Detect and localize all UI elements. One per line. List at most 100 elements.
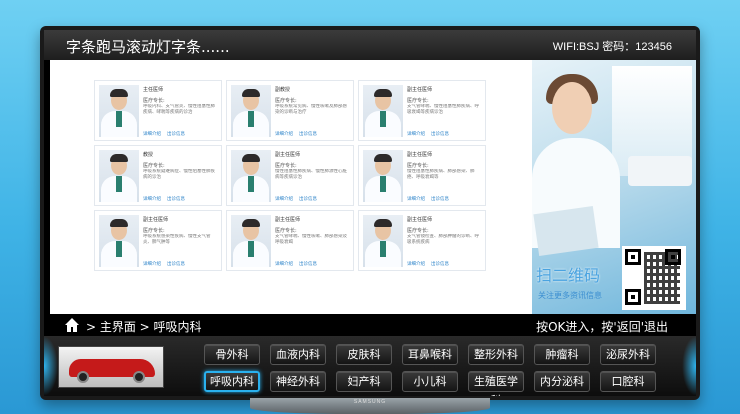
doctor-description: 支气管哮喘、慢性咳嗽、肺部感染及呼吸衰竭 — [275, 234, 347, 245]
tie-shape — [116, 176, 122, 192]
top-bar: 字条跑马滚动灯字条...... WIFI:BSJ 密码：123456 — [44, 30, 696, 60]
detail-link[interactable]: 详细介绍 — [143, 197, 161, 202]
doctor-links: 详细介绍 出诊信息 — [275, 131, 323, 137]
car-ad-thumbnail[interactable] — [58, 346, 164, 388]
tie-shape — [380, 241, 386, 257]
detail-link[interactable]: 详细介绍 — [143, 262, 161, 267]
doctor-card[interactable]: 副主任医师医疗专长: 慢性阻塞性肺疾病、慢性肺源性心脏病等疾病诊治详细介绍 出诊信息 — [226, 145, 354, 206]
doctor-photo — [363, 150, 403, 202]
department-button[interactable]: 耳鼻喉科 — [402, 344, 458, 365]
department-button[interactable]: 口腔科 — [600, 371, 656, 392]
doctor-photo — [231, 85, 271, 137]
doctor-card[interactable]: 副主任医师 医疗专长: 支气管哮喘、慢性咳嗽、肺部感染及呼吸衰竭 详细介绍 出诊信息 — [226, 210, 354, 271]
doctor-specialty-label: 医疗专长: — [275, 98, 297, 104]
doctor-links: 详细介绍 出诊信息 — [143, 131, 191, 137]
brand-logo: SAMSUNG — [353, 399, 387, 405]
doctor-title: 副主任医师 — [407, 152, 433, 158]
department-button[interactable]: 肿瘤科 — [534, 344, 590, 365]
detail-link[interactable]: 详细介绍 — [407, 262, 425, 267]
doctor-card[interactable]: 副主任医师 医疗专长: 支气管镜检查、肺部肿瘤的诊断、呼吸系统疾病 详细介绍 出诊信息 — [358, 210, 486, 271]
schedule-link[interactable]: 出诊信息 — [299, 197, 317, 202]
doctor-description: 慢性阻塞性肺疾病、慢性肺源性心脏病等疾病诊治 — [275, 169, 347, 180]
schedule-link[interactable]: 出诊信息 — [299, 132, 317, 137]
doctor-photo — [99, 150, 139, 202]
doctor-card[interactable]: 副主任医师 医疗专长: 慢性阻塞性肺疾病、肺部感染、肺癌、呼吸衰竭等 详细介绍 出诊信息 — [358, 145, 486, 206]
qr-finder-icon — [625, 249, 641, 265]
detail-link[interactable]: 详细介绍 — [407, 132, 425, 137]
schedule-link[interactable]: 出诊信息 — [299, 262, 317, 267]
doctor-description: 呼吸系统感染性疾病、慢性支气管炎、肺气肿等 — [143, 234, 211, 245]
hair-shape — [242, 154, 260, 162]
department-button[interactable]: 血液内科 — [270, 344, 326, 365]
hair-shape — [242, 89, 260, 97]
doctor-photo — [363, 215, 403, 267]
wheel-icon — [133, 371, 145, 383]
doctor-title: 教授 — [143, 152, 154, 158]
hair-shape — [374, 219, 392, 227]
detail-link[interactable]: 详细介绍 — [407, 197, 425, 202]
breadcrumb-bar: > 主界面 > 呼吸内科 按OK进入，按'返回'退出 — [44, 314, 696, 336]
tie-shape — [380, 176, 386, 192]
doctor-description: 呼吸系统疑难病症、慢性阻塞性肺疾病的诊治 — [143, 169, 215, 180]
schedule-link[interactable]: 出诊信息 — [431, 132, 449, 137]
detail-link[interactable]: 详细介绍 — [275, 262, 293, 267]
detail-link[interactable]: 详细介绍 — [275, 197, 293, 202]
department-button[interactable]: 骨外科 — [204, 344, 260, 365]
doctor-description: 支气管哮喘、慢性阻塞性肺疾病、呼吸衰竭等疾病诊治 — [407, 104, 479, 115]
detail-link[interactable]: 详细介绍 — [143, 132, 161, 137]
doctor-card[interactable]: 主任医师 医疗专长: 呼吸内科、支气管炎、慢性阻塞性肺疾病、哮喘等疾病的诊治 详细介绍… — [94, 80, 222, 141]
doctor-card[interactable]: 教授医疗专长: 呼吸系统疑难病症、慢性阻塞性肺疾病的诊治详细介绍 出诊信息 — [94, 145, 222, 206]
department-button[interactable]: 内分泌科 — [534, 371, 590, 392]
doctor-links: 详细介绍 出诊信息 — [143, 261, 191, 267]
doctor-title: 主任医师 — [143, 87, 164, 93]
wheel-icon — [77, 371, 89, 383]
doctor-card[interactable]: 副主任医师 医疗专长: 支气管哮喘、慢性阻塞性肺疾病、呼吸衰竭等疾病诊治 详细介绍 出诊… — [358, 80, 486, 141]
right-glow — [682, 336, 696, 396]
department-button[interactable]: 整形外科 — [468, 344, 524, 365]
tie-shape — [248, 241, 254, 257]
schedule-link[interactable]: 出诊信息 — [167, 197, 185, 202]
doctor-specialty-label: 医疗专长: — [407, 228, 429, 234]
left-glow — [44, 336, 58, 396]
doctor-specialty-label: 医疗专长: — [143, 163, 165, 169]
doctor-card[interactable]: 副主任医师 医疗专长: 呼吸系统感染性疾病、慢性支气管炎、肺气肿等 详细介绍 出诊信息 — [94, 210, 222, 271]
doctor-description: 呼吸系统常见病、慢性咳嗽及肺部感染的诊断与治疗 — [275, 104, 347, 115]
tie-shape — [248, 176, 254, 192]
hair-shape — [374, 154, 392, 162]
scan-qr-label: 扫二维码 — [536, 266, 601, 285]
department-button[interactable]: 神经外科 — [270, 371, 326, 392]
tie-shape — [116, 241, 122, 257]
schedule-link[interactable]: 出诊信息 — [167, 262, 185, 267]
qr-modules — [644, 252, 680, 304]
remote-hint: 按OK进入，按'返回'退出 — [536, 320, 668, 334]
department-button[interactable]: 小儿科 — [402, 371, 458, 392]
screen: 字条跑马滚动灯字条...... WIFI:BSJ 密码：123456 主任医师医… — [44, 30, 696, 396]
qr-code[interactable] — [622, 246, 686, 310]
doctor-description: 慢性阻塞性肺疾病、肺部感染、肺癌、呼吸衰竭等 — [407, 169, 475, 180]
department-button[interactable]: 生殖医学科 — [468, 371, 524, 396]
department-button[interactable]: 皮肤科 — [336, 344, 392, 365]
doctor-title: 副主任医师 — [275, 152, 301, 158]
home-icon[interactable] — [64, 317, 80, 333]
nurse-face — [552, 82, 592, 134]
doctor-photo — [231, 215, 271, 267]
schedule-link[interactable]: 出诊信息 — [167, 132, 185, 137]
doctor-links: 详细介绍 出诊信息 — [275, 196, 323, 202]
doctor-card[interactable]: 副教授 医疗专长: 呼吸系统常见病、慢性咳嗽及肺部感染的诊断与治疗 详细介绍 出诊信息 — [226, 80, 354, 141]
doctor-specialty-label: 医疗专长: — [275, 163, 297, 169]
department-button[interactable]: 妇产科 — [336, 371, 392, 392]
doctor-title: 副主任医师 — [275, 217, 301, 223]
department-button[interactable]: 泌尿外科 — [600, 344, 656, 365]
department-bar: 骨外科 血液内科 皮肤科 耳鼻喉科 整形外科 肿瘤科 泌尿外科呼吸内科 神经外科 妇产科 小儿科生… — [44, 336, 696, 396]
follow-label: 关注更多资讯信息 — [538, 291, 602, 300]
doctor-title: 副主任医师 — [407, 87, 433, 93]
doctor-description: 呼吸内科、支气管炎、慢性阻塞性肺疾病、哮喘等疾病的诊治 — [143, 104, 215, 115]
schedule-link[interactable]: 出诊信息 — [431, 262, 449, 267]
department-button[interactable]: 呼吸内科 — [204, 371, 260, 392]
wifi-info: WIFI:BSJ 密码：123456 — [552, 41, 672, 53]
doctor-photo — [99, 215, 139, 267]
hair-shape — [110, 154, 128, 162]
doctor-title: 副主任医师 — [143, 217, 169, 223]
schedule-link[interactable]: 出诊信息 — [431, 197, 449, 202]
detail-link[interactable]: 详细介绍 — [275, 132, 293, 137]
